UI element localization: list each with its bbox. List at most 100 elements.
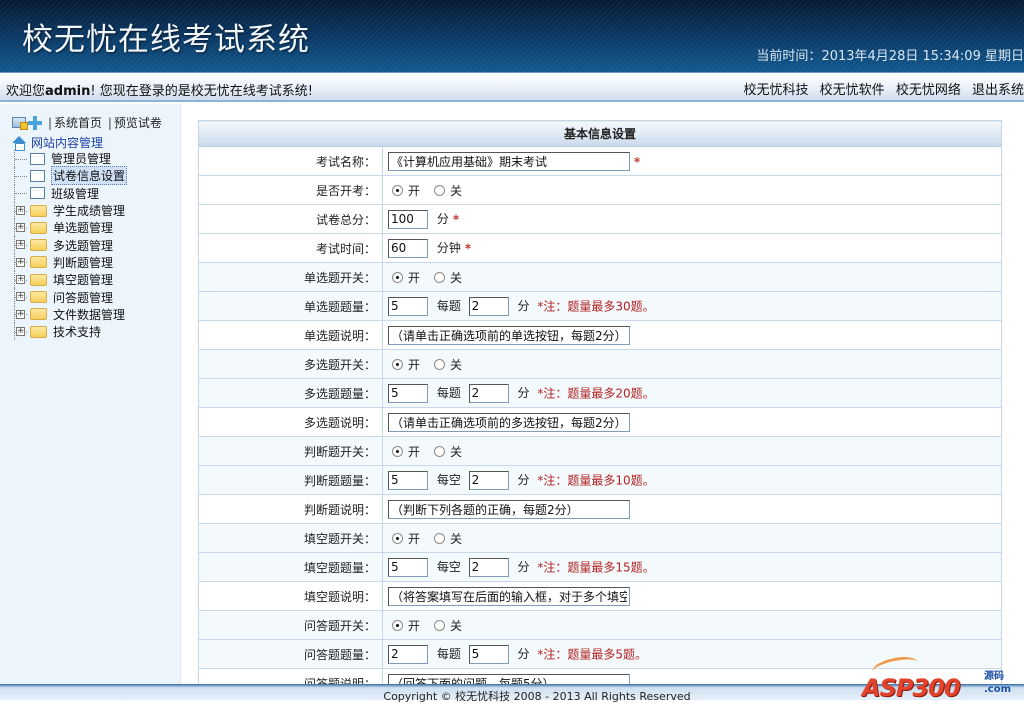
sidebar-item-qa[interactable]: + 问答题管理 [14, 288, 180, 306]
qa-switch-radio-off[interactable] [434, 619, 446, 631]
qa-count-input[interactable] [388, 644, 428, 664]
link-xwy-software[interactable]: 校无忧软件 [820, 83, 885, 98]
multi-count-input[interactable] [388, 383, 428, 403]
expand-icon[interactable]: + [16, 292, 25, 302]
form-row-single-count: 单选题题量： 每题 分 *注：题量最多30题。 [198, 291, 1002, 321]
form-row-multi-count: 多选题题量： 每题 分 *注：题量最多20题。 [198, 378, 1002, 408]
form-row-judge-count: 判断题题量： 每空 分 *注：题量最多10题。 [198, 465, 1002, 495]
tree-root-content-management[interactable]: 网站内容管理 [12, 134, 103, 151]
sidebar-quick-links: | 系统首页 | 预览试卷 [12, 114, 162, 131]
page-icon [30, 169, 45, 182]
single-count-input[interactable] [388, 296, 428, 316]
asp300-watermark: ASP300 源码 .com [858, 653, 1018, 702]
header-banner: 校无忧在线考试系统 当前时间：2013年4月28日 15:34:09 星期日 [0, 0, 1024, 72]
judge-count-note: *注：题量最多10题。 [537, 473, 655, 487]
welcome-bar: 欢迎您admin! 您现在登录的是校无忧在线考试系统! 校无忧科技 校无忧软件 … [0, 72, 1024, 102]
fill-count-input[interactable] [388, 557, 428, 577]
exam-time-input[interactable] [388, 238, 428, 258]
page-icon [30, 187, 45, 200]
exam-open-radio-off[interactable] [434, 184, 446, 196]
sidebar: | 系统首页 | 预览试卷 网站内容管理 管理员管理 试卷信息设置 班级管理 + 学… [0, 104, 180, 684]
expand-icon[interactable]: + [16, 275, 25, 285]
expand-icon[interactable]: + [16, 326, 25, 336]
copyright-text: Copyright © 校无忧科技 2008 - 2013 All Rights… [383, 690, 691, 703]
fill-switch-radio-off[interactable] [434, 532, 446, 544]
form-title: 基本信息设置 [198, 120, 1002, 147]
qa-switch-radio-on[interactable] [392, 619, 403, 631]
single-score-input[interactable] [468, 296, 509, 316]
basic-settings-form: 基本信息设置 考试名称： * 是否开考： 开 关 试卷总分： 分* 考试时间： [198, 120, 1002, 698]
form-row-exam-time: 考试时间： 分钟* [198, 233, 1002, 263]
expand-icon[interactable]: + [16, 257, 25, 267]
sidebar-tree: 管理员管理 试卷信息设置 班级管理 + 学生成绩管理 + 单选题管理 + 多选题… [14, 150, 180, 341]
expand-icon[interactable]: + [16, 240, 25, 250]
expand-icon[interactable]: + [16, 223, 25, 233]
judge-desc-input[interactable] [388, 499, 630, 519]
folder-icon [30, 239, 47, 252]
logout-link[interactable]: 退出系统 [972, 83, 1024, 98]
judge-switch-radio-off[interactable] [434, 445, 446, 457]
folder-icon [30, 291, 47, 304]
sidebar-item-exam-settings[interactable]: 试卷信息设置 [14, 166, 180, 186]
datetime-value: 2013年4月28日 15:34:09 星期日 [821, 49, 1024, 64]
folder-icon [30, 256, 47, 269]
sidebar-item-true-false[interactable]: + 判断题管理 [14, 253, 180, 272]
watermark-brand: ASP300 [862, 674, 961, 702]
form-row-exam-name: 考试名称： * [198, 146, 1002, 176]
form-row-exam-open: 是否开考： 开 关 [198, 175, 1002, 205]
folder-icon [30, 273, 47, 286]
judge-switch-radio-on[interactable] [392, 445, 403, 457]
add-icon[interactable] [28, 115, 42, 130]
multi-desc-input[interactable] [388, 412, 630, 432]
sidebar-item-multi-choice[interactable]: + 多选题管理 [14, 236, 180, 254]
link-xwy-tech[interactable]: 校无忧科技 [744, 83, 809, 98]
exam-name-input[interactable] [388, 151, 630, 171]
expand-icon[interactable]: + [16, 309, 25, 319]
multi-switch-radio-on[interactable] [392, 358, 403, 370]
exam-open-radio-on[interactable] [392, 184, 403, 196]
sidebar-item-file-data[interactable]: + 文件数据管理 [14, 305, 180, 323]
sidebar-item-fill-blank[interactable]: + 填空题管理 [14, 271, 180, 289]
sidebar-item-tech-support[interactable]: + 技术支持 [14, 322, 180, 341]
form-row-qa-switch: 问答题开关： 开 关 [198, 610, 1002, 640]
total-score-input[interactable] [388, 209, 428, 229]
link-xwy-network[interactable]: 校无忧网络 [896, 83, 961, 98]
form-row-total-score: 试卷总分： 分* [198, 204, 1002, 234]
multi-score-input[interactable] [468, 383, 509, 403]
sidebar-item-admin-management[interactable]: 管理员管理 [14, 150, 180, 168]
multi-switch-radio-off[interactable] [434, 358, 446, 370]
username: admin [45, 84, 91, 99]
required-mark: * [452, 212, 460, 226]
qa-score-input[interactable] [468, 644, 509, 664]
form-row-fill-desc: 填空题说明： [198, 581, 1002, 611]
required-mark: * [464, 241, 472, 255]
judge-score-input[interactable] [468, 470, 509, 490]
form-row-judge-desc: 判断题说明： [198, 494, 1002, 524]
sidebar-item-single-choice[interactable]: + 单选题管理 [14, 219, 180, 237]
single-count-note: *注：题量最多30题。 [537, 299, 655, 313]
expand-icon[interactable]: + [16, 205, 25, 215]
time-label: 当前时间： [756, 49, 822, 64]
sidebar-item-class-management[interactable]: 班级管理 [14, 184, 180, 202]
top-links: 校无忧科技 校无忧软件 校无忧网络 退出系统 [737, 79, 1024, 98]
preview-exam-link[interactable]: 预览试卷 [114, 114, 162, 131]
current-time: 当前时间：2013年4月28日 15:34:09 星期日 [756, 45, 1024, 64]
multi-count-note: *注：题量最多20题。 [537, 386, 655, 400]
form-row-single-switch: 单选题开关： 开 关 [198, 262, 1002, 292]
watermark-sub2: .com [984, 684, 1012, 695]
folder-icon [30, 221, 47, 234]
single-switch-radio-on[interactable] [392, 271, 403, 283]
qa-count-note: *注：题量最多5题。 [537, 647, 647, 661]
fill-score-input[interactable] [468, 557, 509, 577]
watermark-sub1: 源码 [984, 671, 1004, 682]
fill-switch-radio-on[interactable] [392, 532, 403, 544]
fill-desc-input[interactable] [388, 586, 630, 606]
judge-count-input[interactable] [388, 470, 428, 490]
sidebar-item-student-scores[interactable]: + 学生成绩管理 [14, 201, 180, 220]
fill-count-note: *注：题量最多15题。 [537, 560, 655, 574]
single-desc-input[interactable] [388, 325, 630, 345]
home-link[interactable]: 系统首页 [54, 114, 102, 131]
folder-icon [30, 204, 47, 217]
single-switch-radio-off[interactable] [434, 271, 446, 283]
home-icon [12, 135, 27, 151]
